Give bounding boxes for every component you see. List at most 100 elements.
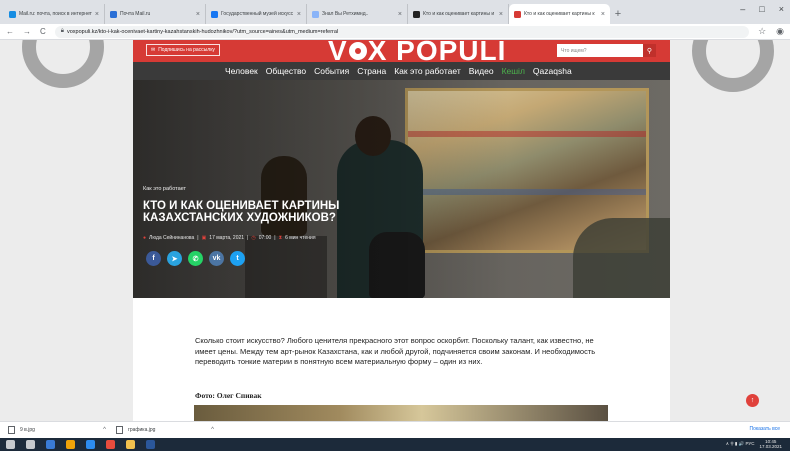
share-twitter-button[interactable]: t	[230, 251, 245, 266]
clock-icon: ◷	[251, 235, 256, 241]
subscribe-button[interactable]: ✉ Подпишись на рассылку	[146, 44, 220, 56]
bookmark-star-icon[interactable]: ☆	[758, 26, 766, 37]
download-filename: 9 в.jpg	[20, 427, 35, 433]
logo-dot-icon	[348, 42, 367, 60]
nav-item[interactable]: Qazaqsha	[533, 66, 572, 76]
tab-close-icon[interactable]: ×	[95, 11, 99, 18]
tab-favicon-icon	[312, 10, 319, 18]
browser-tab[interactable]: Почта Mail.ru ×	[105, 4, 206, 24]
file-icon	[116, 426, 123, 434]
profile-icon[interactable]: ◉	[776, 26, 784, 37]
tab-close-icon[interactable]: ×	[601, 11, 605, 18]
tab-favicon-icon	[211, 10, 218, 18]
article-intro: Сколько стоит искусство? Любого ценителя…	[195, 336, 596, 366]
system-tray: ∧ ⚲ ▮ 🔊 РУС 10:45 17.03.2021	[726, 439, 782, 449]
clock[interactable]: 10:45 17.03.2021	[759, 439, 782, 449]
forward-button[interactable]: →	[23, 27, 31, 36]
nav-item[interactable]: Страна	[357, 66, 386, 76]
download-item[interactable]: 9 в.jpg ^	[8, 426, 116, 434]
minimize-button[interactable]: –	[740, 4, 745, 14]
tab-favicon-icon	[9, 10, 16, 18]
downloads-bar: 9 в.jpg ^ графика.jpg ^ Показать все	[0, 421, 790, 438]
taskbar-app-icon[interactable]	[6, 440, 15, 449]
browser-tab[interactable]: Государственный музей искусс ×	[206, 4, 307, 24]
hero-image: Как это работает КТО И КАК ОЦЕНИВАЕТ КАР…	[133, 80, 670, 298]
tab-label: Кто и как оценивает картины к	[524, 11, 595, 17]
tab-close-icon[interactable]: ×	[398, 11, 402, 18]
close-window-button[interactable]: ×	[779, 4, 784, 14]
subscribe-label: Подпишись на рассылку	[158, 47, 215, 53]
article-author[interactable]: Люда Сейнинанова	[149, 235, 194, 241]
background-circle-left	[22, 40, 104, 88]
tab-close-icon[interactable]: ×	[196, 11, 200, 18]
taskbar-app-icon[interactable]	[26, 440, 35, 449]
site-header: ✉ Подпишись на рассылку V X POPULI Что и…	[133, 40, 670, 65]
article-meta: ● Люда Сейнинанова | ▣ 17 марта, 2021 | …	[143, 235, 316, 241]
maximize-button[interactable]: □	[759, 4, 764, 14]
tab-label: Почта Mail.ru	[120, 11, 151, 17]
taskbar-app-icon[interactable]	[46, 440, 55, 449]
back-button[interactable]: ←	[6, 27, 14, 36]
article-category[interactable]: Как это работает	[143, 186, 186, 192]
taskbar-app-icon[interactable]	[126, 440, 135, 449]
tab-close-icon[interactable]: ×	[499, 11, 503, 18]
download-menu-chevron-icon[interactable]: ^	[103, 427, 106, 433]
nav-item[interactable]: Как это работает	[394, 66, 461, 76]
clock-date: 17.03.2021	[759, 444, 782, 449]
url-text: voxpopuli.kz/kto-i-kak-ocenivaet-kartiny…	[66, 28, 339, 35]
nav-item[interactable]: Видео	[469, 66, 494, 76]
tab-label: Знал Вы Ретхимнд..	[322, 11, 369, 17]
web-page: ✉ Подпишись на рассылку V X POPULI Что и…	[0, 40, 790, 421]
tab-favicon-icon	[110, 10, 117, 18]
taskbar-app-icon[interactable]	[86, 440, 95, 449]
share-telegram-button[interactable]: ➤	[167, 251, 182, 266]
tab-label: Кто и как оценивает картины и	[423, 11, 495, 17]
browser-tab[interactable]: Mail.ru: почта, поиск в интернет ×	[4, 4, 105, 24]
window-controls: – □ ×	[740, 4, 784, 14]
background-circle-right	[692, 40, 774, 92]
search-icon[interactable]: ⚲	[643, 44, 656, 57]
lock-icon: 🔒︎	[60, 28, 64, 34]
share-vk-button[interactable]: vk	[209, 251, 224, 266]
mail-icon: ✉	[151, 47, 156, 53]
tab-close-icon[interactable]: ×	[297, 11, 301, 18]
taskbar-app-icon[interactable]	[106, 440, 115, 449]
hourglass-icon: ⧗	[278, 235, 283, 241]
taskbar-app-icon[interactable]	[66, 440, 75, 449]
article-time: 07:00	[258, 235, 272, 241]
calendar-icon: ▣	[201, 235, 207, 241]
browser-tab[interactable]: Кто и как оценивает картины и ×	[408, 4, 509, 24]
taskbar-app-icon[interactable]	[146, 440, 155, 449]
nav-item[interactable]: Кешіл	[502, 66, 525, 76]
nav-item[interactable]: Человек	[225, 66, 258, 76]
nav-item[interactable]: Общество	[266, 66, 306, 76]
browser-tab[interactable]: Знал Вы Ретхимнд.. ×	[307, 4, 408, 24]
share-facebook-button[interactable]: f	[146, 251, 161, 266]
photo-credit: Фото: Олег Спивак	[195, 391, 262, 400]
file-icon	[8, 426, 15, 434]
article-title: КТО И КАК ОЦЕНИВАЕТ КАРТИНЫ КАЗАХСТАНСКИ…	[143, 200, 340, 224]
tab-favicon-icon	[413, 10, 420, 18]
new-tab-button[interactable]: +	[610, 4, 626, 24]
show-all-downloads-button[interactable]: Показать все	[749, 426, 780, 432]
tab-label: Государственный музей искусс	[221, 11, 294, 17]
download-menu-chevron-icon[interactable]: ^	[211, 427, 214, 433]
share-whatsapp-button[interactable]: ✆	[188, 251, 203, 266]
tray-icons[interactable]: ∧ ⚲ ▮ 🔊 РУС	[726, 441, 755, 447]
address-bar: ← → C 🔒︎ voxpopuli.kz/kto-i-kak-ocenivae…	[0, 24, 790, 40]
reload-button[interactable]: C	[40, 27, 46, 36]
main-navigation: Человек Общество События Страна Как это рабо…	[133, 62, 670, 80]
download-filename: графика.jpg	[128, 427, 156, 433]
download-item[interactable]: графика.jpg ^	[116, 426, 224, 434]
tab-label: Mail.ru: почта, поиск в интернет	[19, 11, 92, 17]
article-date: 17 марта, 2021	[209, 235, 245, 241]
search-input[interactable]: Что ищем?	[557, 44, 643, 57]
author-icon: ●	[143, 235, 147, 241]
article-photo	[194, 405, 608, 421]
url-field[interactable]: 🔒︎ voxpopuli.kz/kto-i-kak-ocenivaet-kart…	[54, 25, 750, 38]
article-read-time: 6 мин чтения	[285, 235, 316, 241]
tab-favicon-icon	[514, 10, 521, 18]
scroll-top-button[interactable]: ↑	[746, 394, 759, 407]
browser-tab[interactable]: Кто и как оценивает картины к ×	[509, 4, 610, 24]
nav-item[interactable]: События	[314, 66, 349, 76]
